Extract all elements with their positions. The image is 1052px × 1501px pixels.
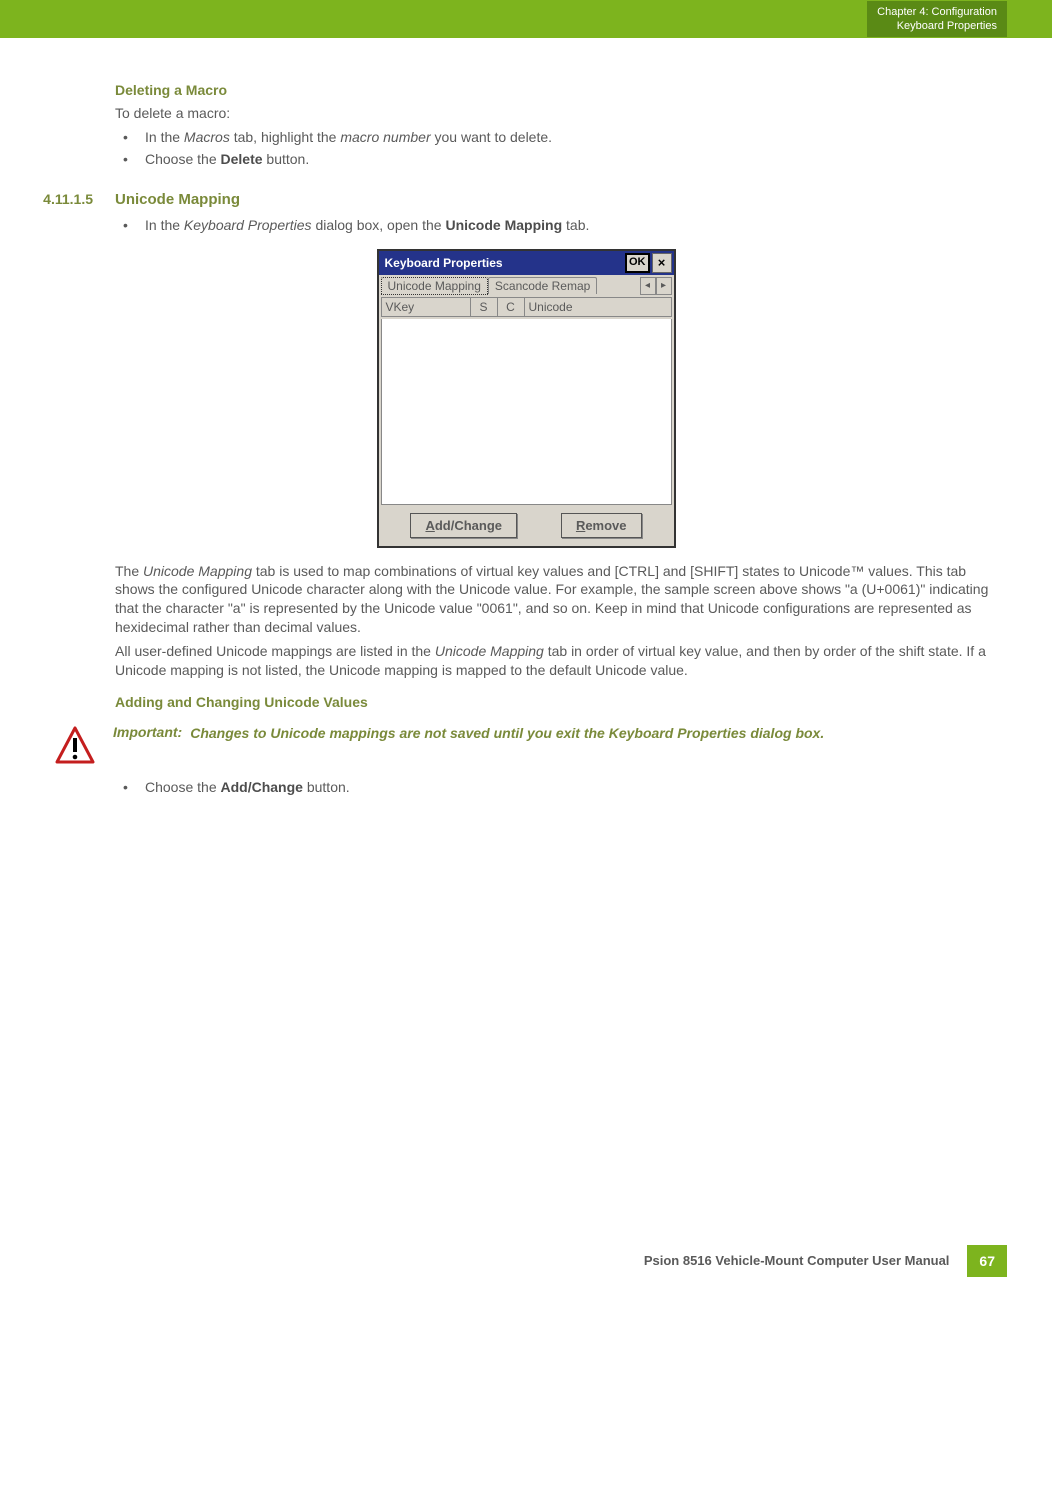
mapping-table-header: VKey S C Unicode [381,297,672,317]
page-number: 67 [967,1245,1007,1277]
col-vkey: VKey [382,298,471,316]
tab-scroll-left-icon[interactable]: ◂ [640,277,656,295]
dialog-title-text: Keyboard Properties [385,256,503,270]
important-label: Important: [113,724,182,743]
dialog-button-row: Add/Change Remove [379,505,674,546]
tab-scancode-remap[interactable]: Scancode Remap [488,277,597,294]
section-title: Unicode Mapping [115,191,240,208]
section-row: 4.11.1.5 Unicode Mapping [45,191,1007,208]
deleting-macro-heading: Deleting a Macro [115,82,1007,98]
col-s: S [471,298,498,316]
col-unicode: Unicode [525,298,671,316]
page-content: Deleting a Macro To delete a macro: In t… [0,38,1052,825]
remove-button[interactable]: Remove [561,513,642,538]
section-number: 4.11.1.5 [23,191,115,207]
dialog-wrapper: Keyboard Properties OK × Unicode Mapping… [45,249,1007,548]
dialog-tabs: Unicode Mapping Scancode Remap ◂ ▸ [379,275,674,295]
header-section: Keyboard Properties [877,19,997,33]
deleting-macro-intro: To delete a macro: [115,104,1007,123]
important-text: Changes to Unicode mappings are not save… [190,724,824,743]
unicode-mapping-paragraph-2: All user-defined Unicode mappings are li… [115,642,1007,680]
list-item: In the Macros tab, highlight the macro n… [115,128,1007,147]
unicode-open-list: In the Keyboard Properties dialog box, o… [115,216,1007,235]
header-breadcrumb: Chapter 4: Configuration Keyboard Proper… [867,1,1007,38]
page-footer: Psion 8516 Vehicle-Mount Computer User M… [0,1245,1052,1317]
unicode-mapping-paragraph-1: The Unicode Mapping tab is used to map c… [115,562,1007,638]
list-item: Choose the Delete button. [115,150,1007,169]
tab-scroll-right-icon[interactable]: ▸ [656,277,672,295]
list-item: In the Keyboard Properties dialog box, o… [115,216,1007,235]
col-c: C [498,298,525,316]
ok-button[interactable]: OK [625,253,650,273]
add-change-list: Choose the Add/Change button. [115,778,1007,797]
header-chapter: Chapter 4: Configuration [877,5,997,19]
close-icon[interactable]: × [652,253,672,273]
footer-manual-title: Psion 8516 Vehicle-Mount Computer User M… [644,1253,950,1268]
warning-icon [55,726,95,766]
adding-changing-heading: Adding and Changing Unicode Values [115,694,1007,710]
dialog-titlebar: Keyboard Properties OK × [379,251,674,275]
mapping-table-body[interactable] [381,319,672,505]
keyboard-properties-dialog: Keyboard Properties OK × Unicode Mapping… [377,249,676,548]
important-note: Important: Changes to Unicode mappings a… [55,724,1007,766]
deleting-macro-list: In the Macros tab, highlight the macro n… [115,128,1007,169]
list-item: Choose the Add/Change button. [115,778,1007,797]
tab-unicode-mapping[interactable]: Unicode Mapping [381,277,488,295]
add-change-button[interactable]: Add/Change [410,513,517,538]
page-header: Chapter 4: Configuration Keyboard Proper… [0,0,1052,38]
